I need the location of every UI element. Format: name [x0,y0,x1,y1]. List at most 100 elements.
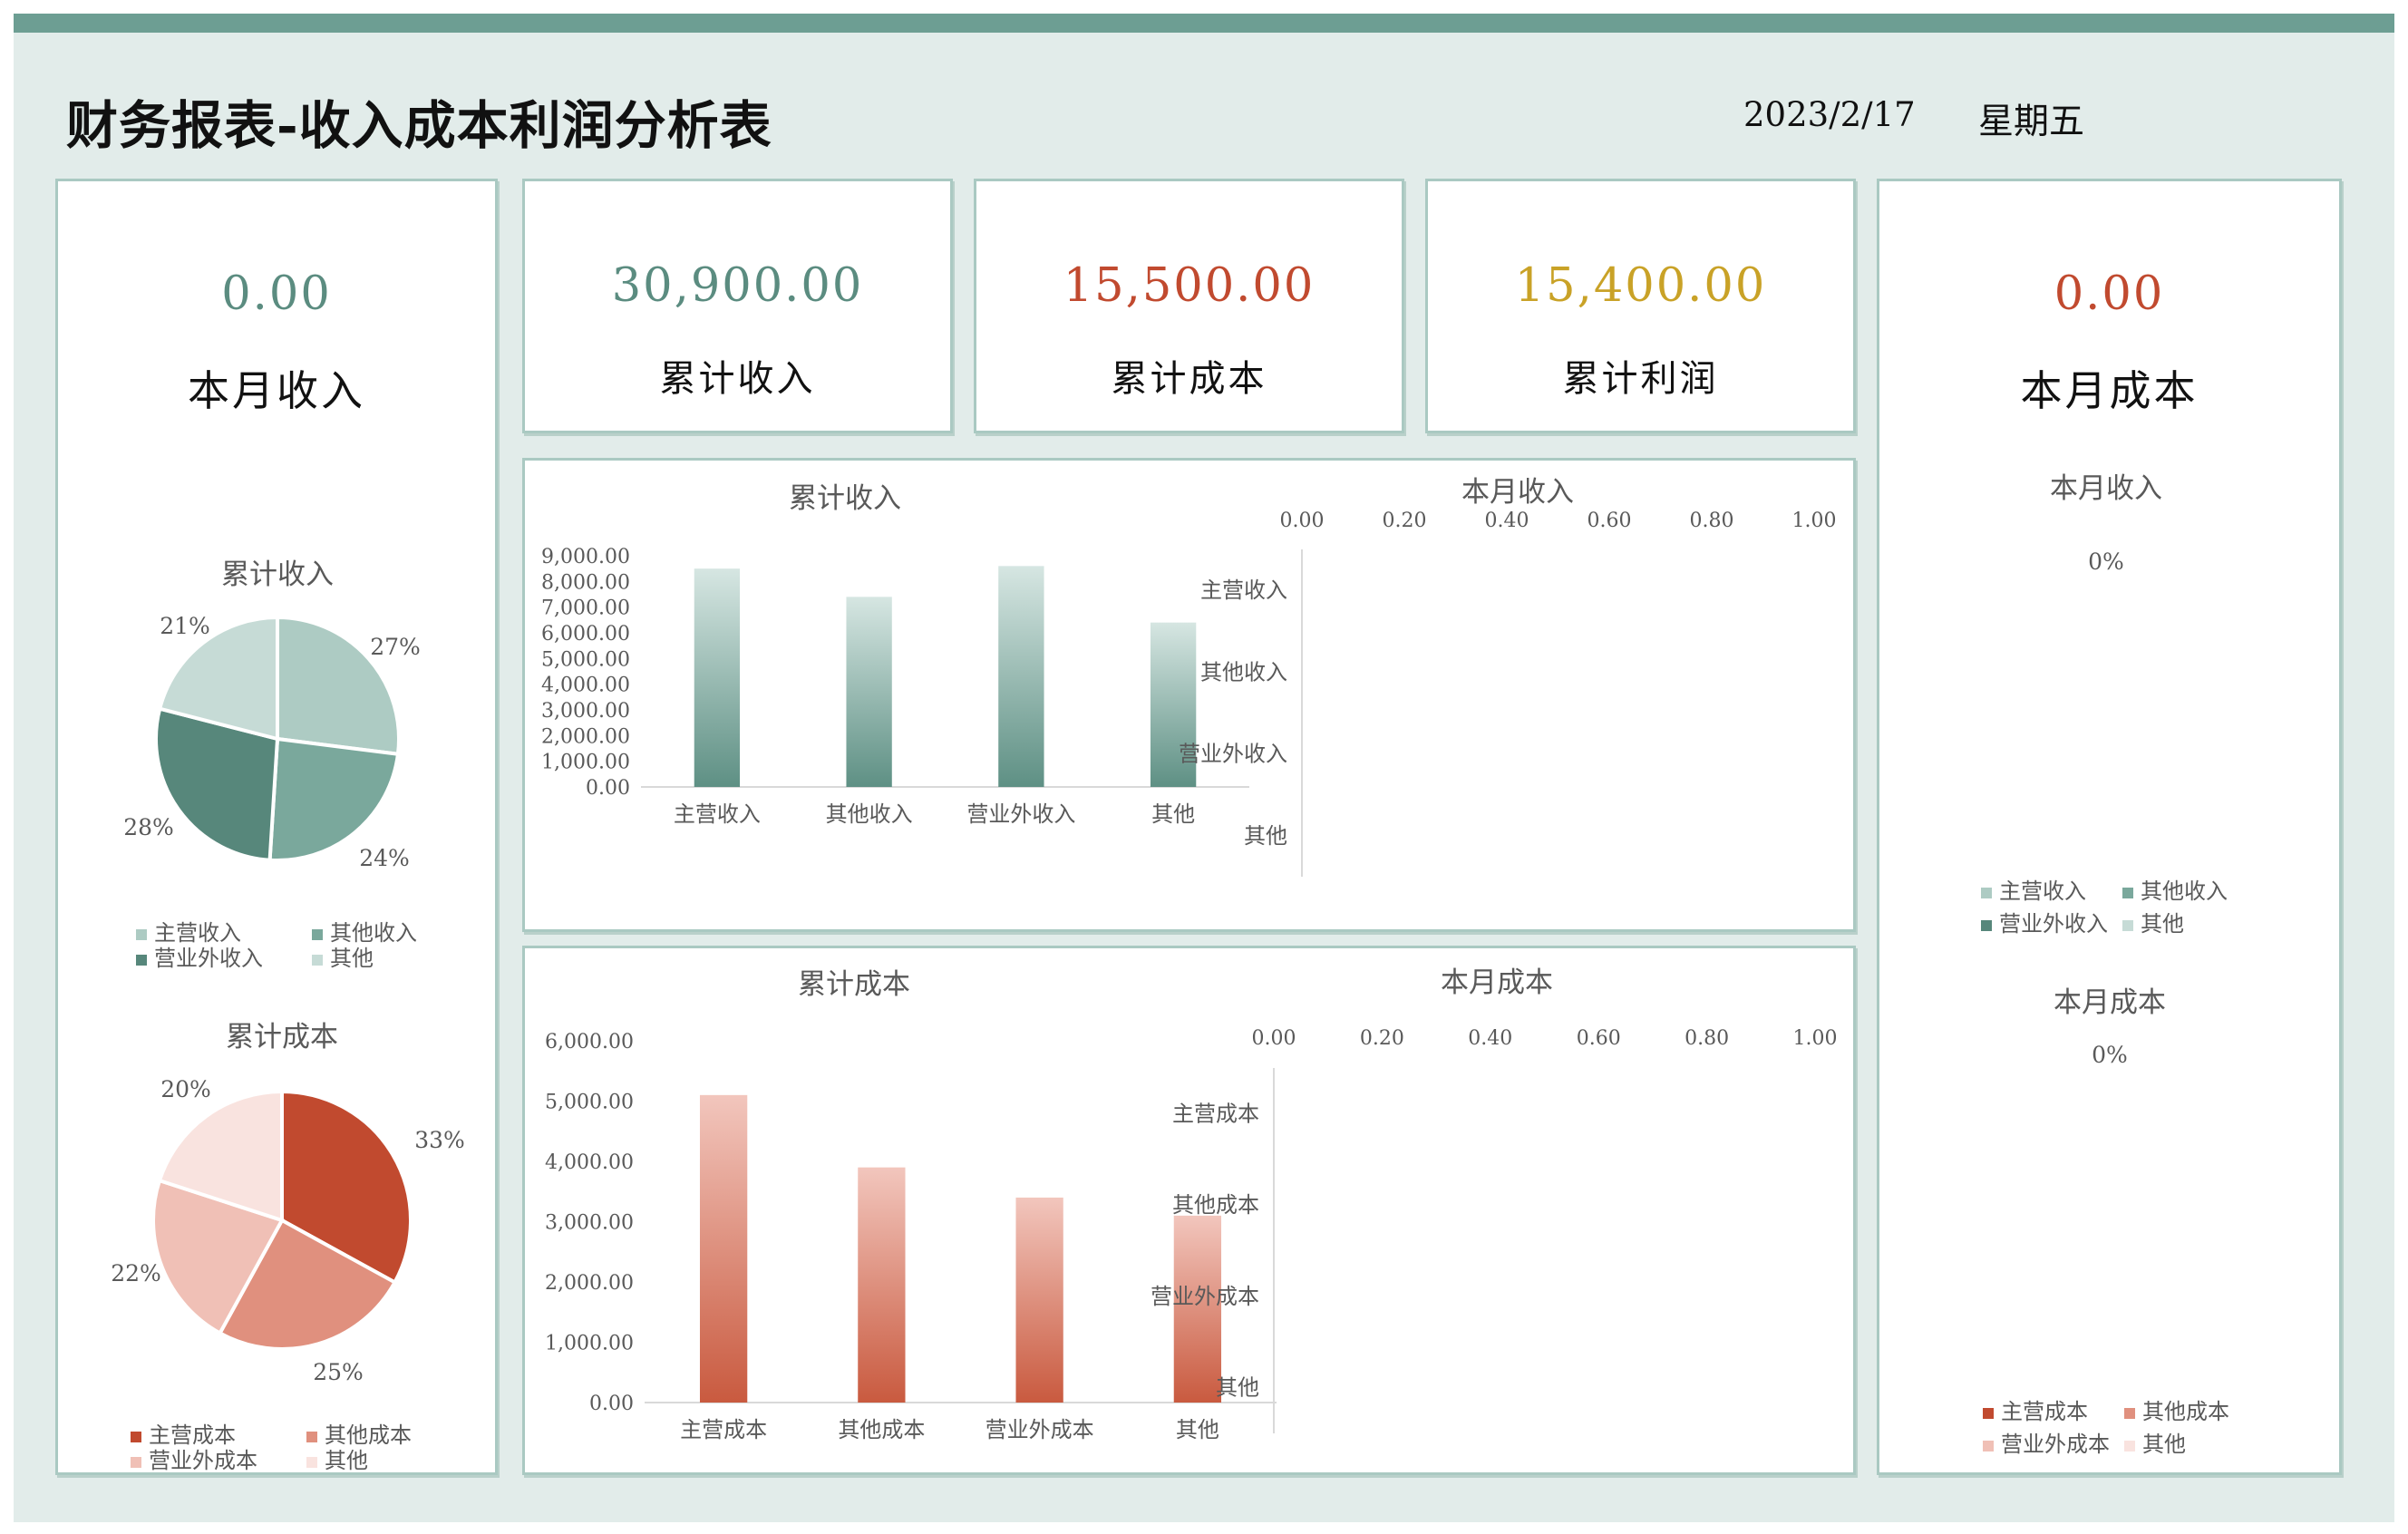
bar [699,1094,748,1403]
pie-data-label: 20% [160,1076,211,1102]
bar [1015,1197,1063,1403]
pie-data-label: 27% [370,634,421,660]
bar-chart-title: 累计收入 [789,482,901,515]
left-pie-charts: 累计收入27%24%28%21%主营收入 其他收入营业外收入 其他累计成本33%25… [111,558,465,1472]
right-monthly-pies: 本月收入0%主营收入 其他收入营业外收入 其他本月成本0%主营成本 其他成本营业外成本… [1981,472,2229,1457]
y-tick-label: 3,000.00 [541,700,630,723]
pie-title: 本月成本 [2054,986,2166,1019]
pie-data-label: 0% [2088,549,2124,575]
card-cumulative-profit: 15,400.00 累计利润 [1425,179,1856,433]
kpi-cumulative-profit-value: 15,400.00 [1514,259,1767,313]
legend-swatch [2122,920,2133,931]
legend-swatch [312,929,323,940]
y-tick-label: 1,000.00 [541,752,630,774]
y-tick-label: 营业外成本 [1151,1284,1259,1309]
legend-label: 其他收入 [2141,879,2228,904]
legend-swatch [136,929,147,940]
legend-swatch [1983,1441,1994,1451]
y-tick-label: 0.00 [589,1393,634,1415]
card-monthly-cost: 0.00 本月成本 本月收入 0% 主营收入 其他收入 营业外收入 其他 本月成本 0% 主营成… [1877,179,2342,1475]
x-tick-label: 0.00 [1280,510,1325,532]
x-tick-label: 其他收入 [826,801,913,827]
legend-label: 其他收入 [330,920,417,946]
legend-swatch [1981,888,1992,898]
y-tick-label: 2,000.00 [545,1272,634,1295]
legend-label: 其他 [325,1448,368,1472]
card-cumulative-cost: 15,500.00 累计成本 [974,179,1404,433]
legend-label: 其他 [2141,911,2184,937]
bar-chart-title: 累计成本 [798,968,910,1001]
y-tick-label: 9,000.00 [541,546,630,568]
bar [1173,1215,1222,1403]
x-tick-label: 0.60 [1577,1027,1621,1050]
bar [694,568,741,787]
y-tick-label: 其他 [1244,823,1287,849]
legend-swatch [2124,1441,2135,1451]
income-charts: 累计收入 0.00 1,000.00 2,000.003,000.00 4,000.00… [541,476,1837,877]
x-tick-label: 主营收入 [674,801,761,827]
legend-label: 主营成本 [149,1422,236,1448]
legend-swatch [306,1457,317,1468]
x-tick-label: 0.20 [1383,510,1427,532]
legend-label: 营业外成本 [2001,1432,2110,1457]
legend-label: 主营收入 [1999,879,2086,904]
pie-data-label: 28% [123,814,174,840]
y-tick-label: 6,000.00 [545,1031,634,1053]
kpi-cumulative-cost-label: 累计成本 [1111,358,1267,400]
y-tick-label: 其他收入 [1200,659,1287,684]
pie-title: 累计成本 [226,1021,338,1053]
legend-swatch [136,955,147,966]
legend-label: 其他 [330,946,374,971]
legend-swatch [312,955,323,966]
bar [858,1167,906,1403]
card-monthly-income: 0.00 本月收入 累计收入 27% 24% 28% 21% 主营收入 其他收入 营业外收入其… [55,179,498,1475]
x-tick-label: 1.00 [1792,510,1837,532]
legend-label: 营业外收入 [154,946,263,971]
pie-data-label: 21% [160,613,210,639]
x-tick-label: 0.20 [1360,1027,1404,1050]
report-date: 2023/2/17 [1743,95,1916,134]
x-tick-label: 0.40 [1485,510,1529,532]
y-tick-label: 0.00 [586,777,630,800]
cost-charts: 累计成本 0.00 1,000.00 2,000.00 3,000.00 4,000.00… [545,966,1838,1442]
legend-label: 营业外收入 [1999,911,2108,937]
pie-data-label: 33% [414,1127,465,1153]
bar [998,566,1044,787]
y-tick-label: 5,000.00 [541,648,630,671]
y-tick-label: 5,000.00 [545,1092,634,1114]
x-tick-label: 1.00 [1793,1027,1838,1050]
legend-swatch [131,1457,141,1468]
pie-title: 累计收入 [221,558,334,591]
x-tick-label: 0.00 [1252,1027,1296,1050]
y-tick-label: 主营成本 [1172,1101,1259,1126]
legend-label: 其他成本 [2142,1399,2229,1424]
hbar-chart-title: 本月成本 [1441,966,1553,999]
y-tick-label: 主营收入 [1200,578,1287,603]
pie-data-label: 25% [313,1359,364,1385]
top-accent-bar [14,14,2394,33]
legend-swatch [2124,1408,2135,1419]
y-tick-label: 8,000.00 [541,571,630,594]
legend-swatch [306,1432,317,1442]
x-tick-label: 主营成本 [680,1417,767,1442]
page-title: 财务报表-收入成本利润分析表 [66,95,772,156]
x-tick-label: 0.80 [1685,1027,1729,1050]
hbar-chart-title: 本月收入 [1461,476,1574,509]
y-tick-label: 其他成本 [1172,1192,1259,1218]
kpi-cumulative-cost-value: 15,500.00 [1063,259,1316,313]
x-tick-label: 其他 [1176,1417,1219,1442]
y-tick-label: 7,000.00 [541,597,630,620]
y-tick-label: 1,000.00 [545,1333,634,1355]
x-tick-label: 其他 [1151,801,1195,827]
y-tick-label: 6,000.00 [541,623,630,646]
x-tick-label: 0.80 [1690,510,1734,532]
y-tick-label: 4,000.00 [541,675,630,697]
x-tick-label: 营业外成本 [986,1417,1094,1442]
bar [846,597,892,787]
legend-swatch [131,1432,141,1442]
y-tick-label: 其他 [1216,1375,1259,1401]
x-tick-label: 0.60 [1588,510,1632,532]
legend-swatch [1983,1408,1994,1419]
y-tick-label: 2,000.00 [541,725,630,748]
x-tick-label: 其他成本 [838,1417,925,1442]
